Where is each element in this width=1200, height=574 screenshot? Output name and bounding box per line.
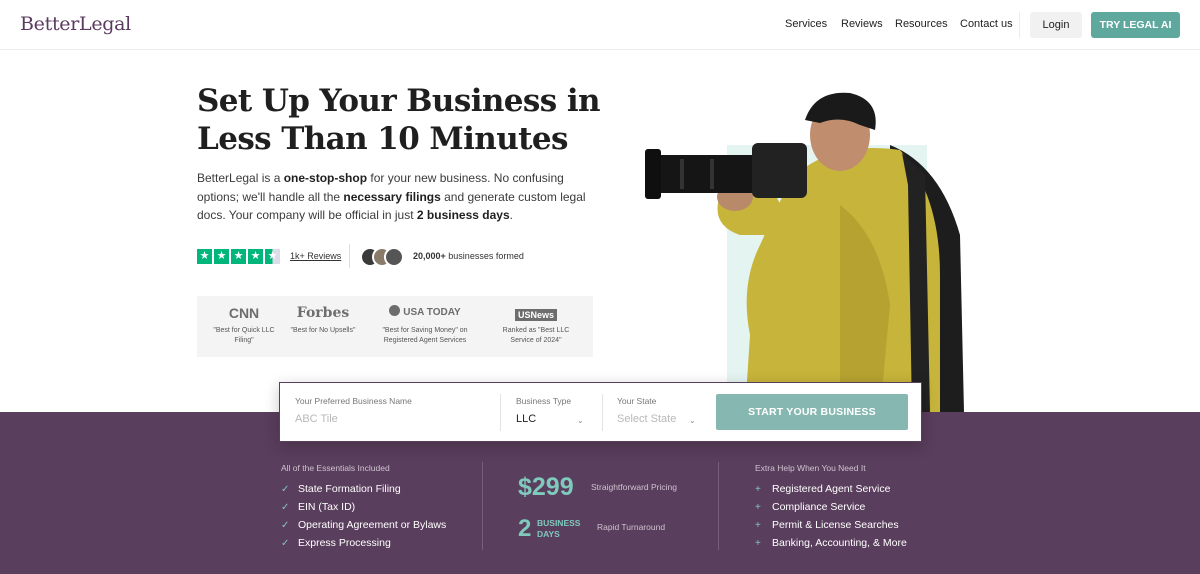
business-type-label: Business Type [516, 396, 572, 406]
press-quote: "Best for No Upsells" [290, 327, 356, 334]
business-type-select[interactable]: LLC [516, 413, 536, 425]
businesses-formed: 20,000+ businesses formed [413, 251, 524, 261]
turnaround-days: 2 [518, 515, 532, 542]
star-icon: ★ [231, 249, 246, 264]
hero-description: BetterLegal is a one-stop-shop for your … [197, 171, 586, 222]
essentials-heading: All of the Essentials Included [281, 463, 390, 473]
star-icon: ★ [214, 249, 229, 264]
hero-title: Set Up Your Business in Less Than 10 Min… [197, 83, 601, 157]
list-item[interactable]: + Registered Agent Service [755, 483, 907, 501]
logo[interactable]: BetterLegal [20, 13, 131, 35]
plus-icon: + [755, 502, 761, 513]
nav-contact-us[interactable]: Contact us [960, 18, 1013, 30]
try-legal-ai-button[interactable]: TRY LEGAL AI [1091, 12, 1180, 38]
list-item[interactable]: + Permit & License Searches [755, 519, 907, 537]
us-news-logo: USNews [491, 304, 581, 322]
press-quote: "Best for Quick LLC Filing" [213, 327, 275, 344]
extra-help-heading: Extra Help When You Need It [755, 463, 866, 473]
nav-services[interactable]: Services [785, 18, 827, 30]
list-item: ✓ EIN (Tax ID) [281, 501, 356, 513]
extras-list: + Registered Agent Service + Compliance Se… [755, 483, 907, 555]
nav-divider [1019, 12, 1020, 38]
list-item: ✓ State Formation Filing [281, 483, 401, 495]
plus-icon: + [755, 538, 761, 549]
list-item: ✓ Express Processing [281, 537, 391, 549]
list-item[interactable]: + Compliance Service [755, 501, 907, 519]
divider [718, 462, 719, 550]
price: $299 [518, 473, 574, 501]
check-icon: ✓ [281, 538, 290, 549]
divider [482, 462, 483, 550]
press-quote: "Best for Saving Money" on Registered Ag… [382, 327, 468, 344]
list-item[interactable]: + Banking, Accounting, & More [755, 537, 907, 555]
forbes-logo: Forbes [296, 305, 350, 321]
essentials-list: ✓ State Formation Filing ✓ EIN (Tax ID) ✓ O… [281, 483, 446, 555]
cnn-logo: CNN [228, 305, 260, 321]
avatar [384, 247, 404, 267]
check-icon: ✓ [281, 502, 290, 513]
press-item-forbes: Forbes "Best for No Upsells" [285, 304, 361, 336]
trustpilot-stars: ★ ★ ★ ★ ★ [197, 249, 280, 264]
business-signup-form: Your Preferred Business Name ABC Tile Bu… [279, 382, 922, 442]
press-quote: Ranked as "Best LLC Service of 2024" [502, 327, 570, 344]
chevron-down-icon: ⌄ [577, 416, 584, 425]
press-item-us-news: USNews Ranked as "Best LLC Service of 20… [491, 304, 581, 346]
star-icon: ★ [197, 249, 212, 264]
press-item-usa-today: USA TODAY "Best for Saving Money" on Reg… [369, 304, 481, 346]
divider [602, 394, 603, 431]
start-your-business-button[interactable]: START YOUR BUSINESS [716, 394, 908, 430]
usa-today-logo: USA TODAY [369, 304, 481, 322]
reviews-link[interactable]: 1k+ Reviews [290, 251, 341, 261]
list-item: ✓ Operating Agreement or Bylaws [281, 519, 447, 531]
business-days-label: BUSINESS DAYS [537, 518, 581, 539]
state-select[interactable]: Select State [617, 413, 676, 425]
divider [500, 394, 501, 431]
press-mentions: CNN "Best for Quick LLC Filing" Forbes "… [197, 296, 593, 357]
site-header: BetterLegal Services Reviews Resources C… [0, 0, 1200, 50]
press-item-cnn: CNN "Best for Quick LLC Filing" [209, 304, 279, 346]
hero-photographer-image [645, 92, 964, 412]
business-name-label: Your Preferred Business Name [295, 396, 412, 406]
plus-icon: + [755, 520, 761, 531]
usa-today-dot-icon [389, 305, 401, 316]
check-icon: ✓ [281, 484, 290, 495]
divider [349, 244, 350, 268]
login-button[interactable]: Login [1030, 12, 1082, 38]
customer-avatars [360, 247, 406, 267]
state-label: Your State [617, 396, 657, 406]
nav-resources[interactable]: Resources [895, 18, 948, 30]
business-name-input[interactable]: ABC Tile [295, 413, 338, 425]
check-icon: ✓ [281, 520, 290, 531]
chevron-down-icon: ⌄ [689, 416, 696, 425]
star-icon: ★ [248, 249, 263, 264]
half-star-icon: ★ [265, 249, 280, 264]
nav-reviews[interactable]: Reviews [841, 18, 883, 30]
price-caption: Straightforward Pricing [591, 482, 677, 492]
turnaround-caption: Rapid Turnaround [597, 522, 666, 532]
plus-icon: + [755, 484, 761, 495]
